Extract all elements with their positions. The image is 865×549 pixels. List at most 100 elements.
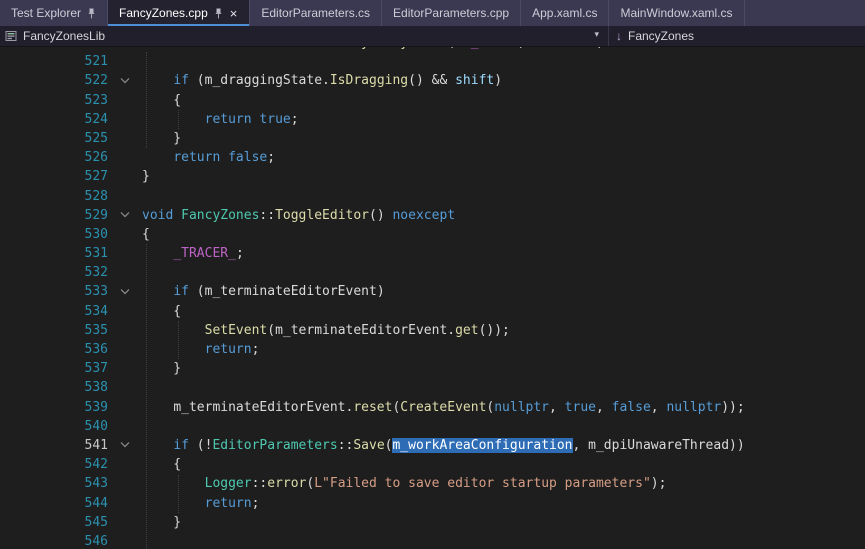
- fold-gutter: [108, 340, 142, 359]
- line-number: 522: [0, 71, 108, 90]
- line-number: 527: [0, 167, 108, 186]
- fold-chevron-icon[interactable]: [108, 436, 142, 455]
- code-row-533[interactable]: 533 if (m_terminateEditorEvent): [0, 282, 865, 301]
- code-line-text: }: [142, 359, 865, 378]
- code-line-text: m_terminateEditorEvent.reset(CreateEvent…: [142, 398, 865, 417]
- fold-gutter: [108, 129, 142, 148]
- code-line-text: return;: [142, 494, 865, 513]
- line-number: 537: [0, 359, 108, 378]
- project-dropdown[interactable]: FancyZonesLib ▾: [0, 26, 608, 46]
- line-number: 545: [0, 513, 108, 532]
- code-row-536[interactable]: 536 return;: [0, 340, 865, 359]
- code-row-543[interactable]: 543 Logger::error(L"Failed to save edito…: [0, 474, 865, 493]
- line-number: 530: [0, 225, 108, 244]
- tab-mainwindow-xaml-cs[interactable]: MainWindow.xaml.cs: [609, 0, 744, 26]
- line-number: 521: [0, 52, 108, 71]
- tab-fancyzones-cpp[interactable]: FancyZones.cpp×: [108, 0, 250, 26]
- code-line-text: [142, 532, 865, 549]
- fold-gutter: [108, 398, 142, 417]
- code-row-525[interactable]: 525 }: [0, 129, 865, 148]
- code-row-526[interactable]: 526 return false;: [0, 148, 865, 167]
- code-row-528[interactable]: 528: [0, 187, 865, 206]
- code-row-522[interactable]: 522 if (m_draggingState.IsDragging() && …: [0, 71, 865, 90]
- code-line-text: _TRACER_;: [142, 244, 865, 263]
- code-row-544[interactable]: 544 return;: [0, 494, 865, 513]
- fold-chevron-icon[interactable]: [108, 206, 142, 225]
- line-number: 541: [0, 436, 108, 455]
- fold-gutter: [108, 263, 142, 282]
- line-number: 526: [0, 148, 108, 167]
- code-row-539[interactable]: 539 m_terminateEditorEvent.reset(CreateE…: [0, 398, 865, 417]
- fold-gutter: [108, 359, 142, 378]
- line-number: 534: [0, 302, 108, 321]
- member-dropdown[interactable]: ↓ FancyZones: [609, 26, 865, 46]
- code-line-text: {: [142, 91, 865, 110]
- fold-gutter: [108, 302, 142, 321]
- fold-gutter: [108, 474, 142, 493]
- code-row-521[interactable]: 521: [0, 52, 865, 71]
- fold-chevron-icon[interactable]: [108, 71, 142, 90]
- fold-gutter: [108, 225, 142, 244]
- code-row-542[interactable]: 542 {: [0, 455, 865, 474]
- code-line-text: if (m_terminateEditorEvent): [142, 282, 865, 301]
- tab-label: Test Explorer: [11, 6, 81, 20]
- fold-gutter: [108, 244, 142, 263]
- member-arrow-icon: ↓: [616, 29, 622, 43]
- code-editor[interactable]: 520 bool const shift = GetAsyncKeyState(…: [0, 47, 865, 549]
- line-number: 538: [0, 378, 108, 397]
- code-row-529[interactable]: 529void FancyZones::ToggleEditor() noexc…: [0, 206, 865, 225]
- line-number: 539: [0, 398, 108, 417]
- tab-editorparameters-cpp[interactable]: EditorParameters.cpp: [382, 0, 521, 26]
- code-line-text: [142, 417, 865, 436]
- code-row-541[interactable]: 541 if (!EditorParameters::Save(m_workAr…: [0, 436, 865, 455]
- code-row-532[interactable]: 532: [0, 263, 865, 282]
- tab-editorparameters-cs[interactable]: EditorParameters.cs: [250, 0, 382, 26]
- close-icon[interactable]: ×: [229, 7, 239, 20]
- code-line-text: [142, 263, 865, 282]
- line-number: 525: [0, 129, 108, 148]
- tab-label: EditorParameters.cs: [261, 6, 370, 20]
- code-line-text: return;: [142, 340, 865, 359]
- code-row-524[interactable]: 524 return true;: [0, 110, 865, 129]
- fold-gutter: [108, 378, 142, 397]
- code-row-545[interactable]: 545 }: [0, 513, 865, 532]
- pin-icon[interactable]: [87, 8, 96, 19]
- code-row-523[interactable]: 523 {: [0, 91, 865, 110]
- line-number: 536: [0, 340, 108, 359]
- tab-test-explorer[interactable]: Test Explorer: [0, 0, 108, 26]
- project-icon: [5, 30, 17, 42]
- ide-window: Test Explorer FancyZones.cpp× EditorParame…: [0, 0, 865, 549]
- code-row-540[interactable]: 540: [0, 417, 865, 436]
- code-line-text: void FancyZones::ToggleEditor() noexcept: [142, 206, 865, 225]
- code-row-546[interactable]: 546: [0, 532, 865, 549]
- code-row-537[interactable]: 537 }: [0, 359, 865, 378]
- fold-gutter: [108, 455, 142, 474]
- code-line-text: SetEvent(m_terminateEditorEvent.get());: [142, 321, 865, 340]
- code-row-538[interactable]: 538: [0, 378, 865, 397]
- code-line-text: }: [142, 513, 865, 532]
- code-row-531[interactable]: 531 _TRACER_;: [0, 244, 865, 263]
- code-row-534[interactable]: 534 {: [0, 302, 865, 321]
- line-number: 544: [0, 494, 108, 513]
- tab-app-xaml-cs[interactable]: App.xaml.cs: [521, 0, 609, 26]
- code-line-text: {: [142, 302, 865, 321]
- pin-icon[interactable]: [214, 8, 223, 19]
- line-number: 546: [0, 532, 108, 549]
- code-line-text: if (!EditorParameters::Save(m_workAreaCo…: [142, 436, 865, 455]
- fold-chevron-icon[interactable]: [108, 282, 142, 301]
- code-row-527[interactable]: 527}: [0, 167, 865, 186]
- code-row-535[interactable]: 535 SetEvent(m_terminateEditorEvent.get(…: [0, 321, 865, 340]
- fold-gutter: [108, 187, 142, 206]
- code-line-text: }: [142, 167, 865, 186]
- code-row-530[interactable]: 530{: [0, 225, 865, 244]
- fold-gutter: [108, 494, 142, 513]
- fold-gutter: [108, 321, 142, 340]
- line-number: 531: [0, 244, 108, 263]
- code-line-text: [142, 378, 865, 397]
- tab-label: App.xaml.cs: [532, 6, 597, 20]
- project-name: FancyZonesLib: [23, 29, 105, 43]
- chevron-down-icon: ▾: [594, 29, 599, 40]
- code-line-text: return true;: [142, 110, 865, 129]
- line-number: 528: [0, 187, 108, 206]
- fold-gutter: [108, 167, 142, 186]
